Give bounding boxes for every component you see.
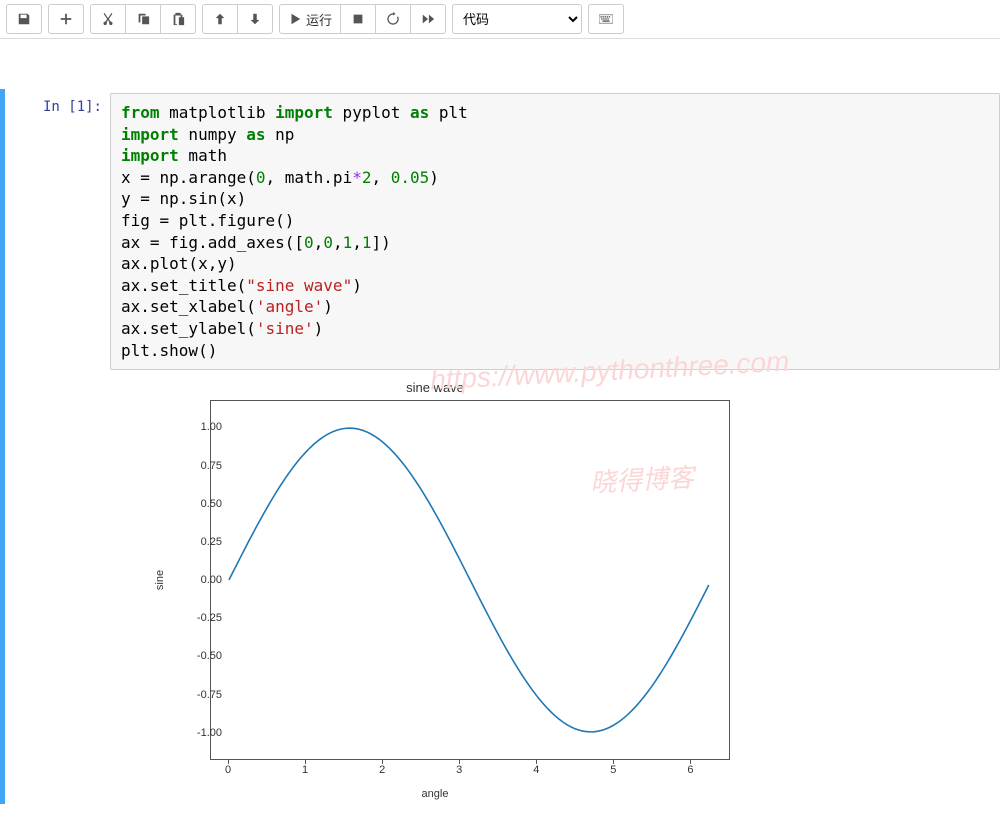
play-icon xyxy=(288,12,302,26)
x-tick-label: 5 xyxy=(610,764,616,776)
copy-icon xyxy=(136,12,150,26)
restart-icon xyxy=(386,12,400,26)
y-tick-label: 1.00 xyxy=(182,421,222,433)
paste-icon xyxy=(171,12,185,26)
save-button[interactable] xyxy=(6,4,42,34)
arrow-down-icon xyxy=(248,12,262,26)
output-area: sine wave -1.00 -0.75 -0.50 -0.25 0.00 0.25 0.… xyxy=(110,380,1000,800)
toolbar: 运行 代码MarkdownRaw NBConvert标题 xyxy=(0,0,1000,39)
save-icon xyxy=(17,12,31,26)
y-tick-label: 0.50 xyxy=(182,498,222,510)
x-tick-label: 0 xyxy=(225,764,231,776)
y-tick-label: -0.50 xyxy=(182,650,222,662)
copy-button[interactable] xyxy=(126,4,161,34)
y-tick-label: -1.00 xyxy=(182,727,222,739)
x-tick-label: 4 xyxy=(533,764,539,776)
restart-button[interactable] xyxy=(376,4,411,34)
code-input[interactable]: from matplotlib import pyplot as plt imp… xyxy=(110,93,1000,370)
x-axis-label: angle xyxy=(120,788,750,800)
interrupt-button[interactable] xyxy=(341,4,376,34)
arrow-up-icon xyxy=(213,12,227,26)
move-down-button[interactable] xyxy=(238,4,273,34)
y-tick-label: 0.25 xyxy=(182,536,222,548)
x-tick-label: 1 xyxy=(302,764,308,776)
chart-title: sine wave xyxy=(120,380,750,395)
restart-run-all-button[interactable] xyxy=(411,4,446,34)
code-cell[interactable]: In [1]: from matplotlib import pyplot as… xyxy=(0,89,1000,804)
y-tick-label: 0.75 xyxy=(182,460,222,472)
x-tick-label: 6 xyxy=(687,764,693,776)
stop-icon xyxy=(351,12,365,26)
plus-icon xyxy=(59,12,73,26)
x-tick-label: 2 xyxy=(379,764,385,776)
cell-type-select[interactable]: 代码MarkdownRaw NBConvert标题 xyxy=(452,4,582,34)
plot-box xyxy=(210,400,730,760)
run-button[interactable]: 运行 xyxy=(279,4,341,34)
y-axis-label: sine xyxy=(154,570,166,590)
y-tick-label: 0.00 xyxy=(182,574,222,586)
command-palette-button[interactable] xyxy=(588,4,624,34)
notebook: In [1]: from matplotlib import pyplot as… xyxy=(0,39,1000,804)
keyboard-icon xyxy=(599,12,613,26)
y-tick-label: -0.25 xyxy=(182,612,222,624)
y-tick-label: -0.75 xyxy=(182,689,222,701)
move-up-button[interactable] xyxy=(202,4,238,34)
input-prompt: In [1]: xyxy=(5,93,110,800)
cut-button[interactable] xyxy=(90,4,126,34)
insert-cell-button[interactable] xyxy=(48,4,84,34)
x-tick-label: 3 xyxy=(456,764,462,776)
run-label: 运行 xyxy=(306,10,332,29)
fast-forward-icon xyxy=(421,12,435,26)
paste-button[interactable] xyxy=(161,4,196,34)
cut-icon xyxy=(101,12,115,26)
chart: sine wave -1.00 -0.75 -0.50 -0.25 0.00 0.25 0.… xyxy=(120,380,750,800)
